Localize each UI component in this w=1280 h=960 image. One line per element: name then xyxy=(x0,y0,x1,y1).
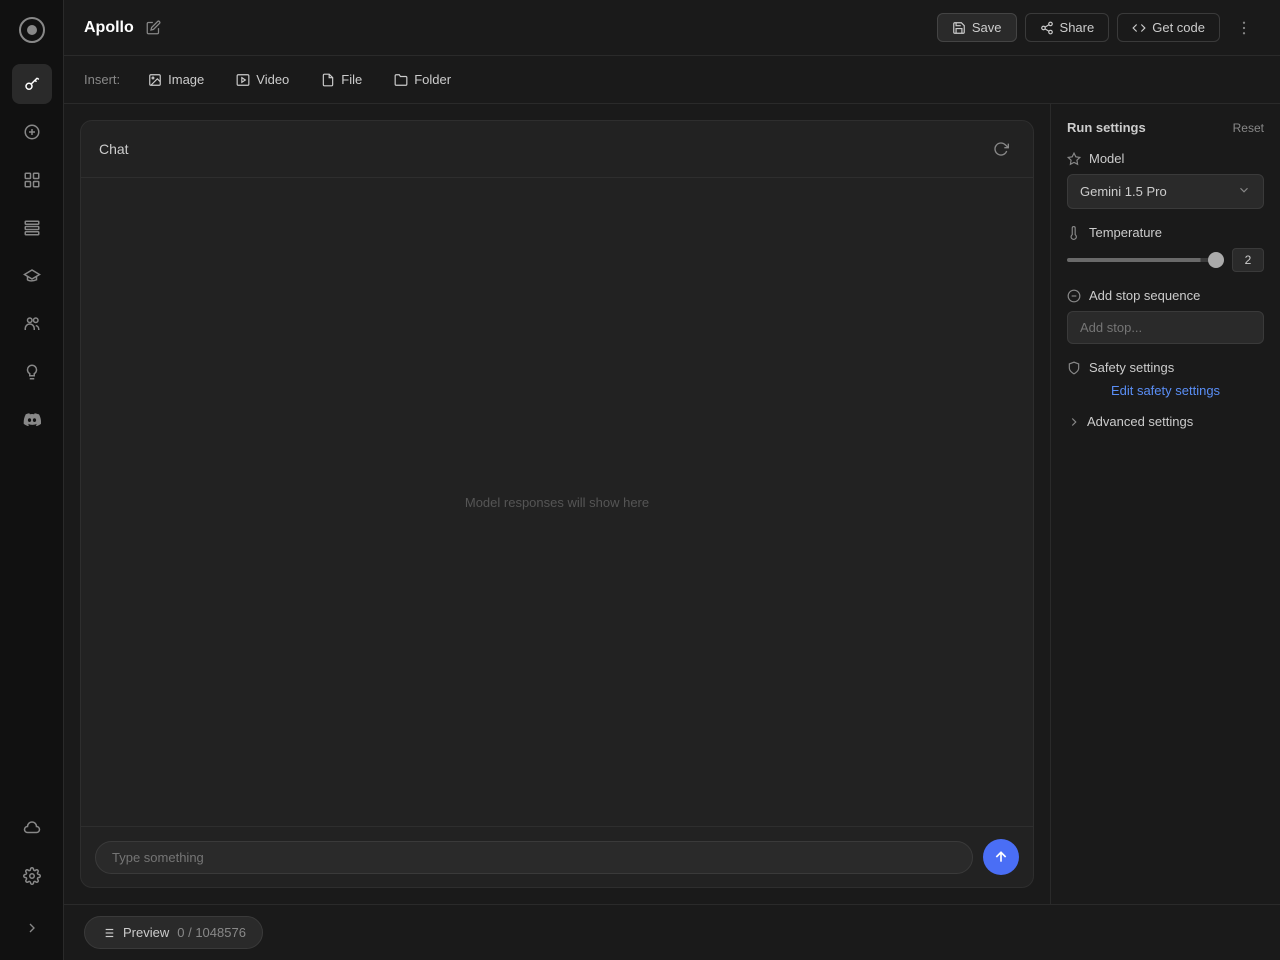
sidebar-item-cloud[interactable] xyxy=(12,808,52,848)
sidebar-expand-button[interactable] xyxy=(12,908,52,948)
bottom-bar: Preview 0 / 1048576 xyxy=(64,904,1280,960)
chat-send-button[interactable] xyxy=(983,839,1019,875)
chevron-right-icon xyxy=(1067,415,1081,429)
sidebar-item-learn[interactable] xyxy=(12,256,52,296)
insert-folder-label: Folder xyxy=(414,72,451,87)
chat-title: Chat xyxy=(99,141,129,157)
model-dropdown[interactable]: Gemini 1.5 Pro xyxy=(1067,174,1264,209)
token-count: 0 / 1048576 xyxy=(177,925,246,940)
chat-empty-message: Model responses will show here xyxy=(465,495,649,510)
model-label-row: Model xyxy=(1067,151,1264,166)
get-code-button[interactable]: Get code xyxy=(1117,13,1220,42)
insert-file[interactable]: File xyxy=(313,68,370,91)
safety-label: Safety settings xyxy=(1089,360,1174,375)
stop-icon xyxy=(1067,289,1081,303)
temperature-value: 2 xyxy=(1232,248,1264,272)
sidebar-item-people[interactable] xyxy=(12,304,52,344)
insert-image-label: Image xyxy=(168,72,204,87)
page-title: Apollo xyxy=(84,19,134,37)
more-options-button[interactable] xyxy=(1228,12,1260,44)
chat-panel: Chat Model responses will show here xyxy=(64,104,1050,904)
sidebar-item-add[interactable] xyxy=(12,112,52,152)
topbar: Apollo Save Share xyxy=(64,0,1280,56)
main-content: Apollo Save Share xyxy=(64,0,1280,960)
chat-body: Model responses will show here xyxy=(81,178,1033,826)
run-settings-header: Run settings Reset xyxy=(1067,120,1264,135)
sidebar-item-grid[interactable] xyxy=(12,160,52,200)
content-area: Insert: Image Video xyxy=(64,56,1280,904)
temperature-control-row: 2 xyxy=(1067,248,1264,272)
get-code-label: Get code xyxy=(1152,20,1205,35)
share-label: Share xyxy=(1060,20,1095,35)
app-logo[interactable] xyxy=(14,12,50,48)
chat-input-area xyxy=(81,826,1033,887)
stop-sequence-label: Add stop sequence xyxy=(1089,288,1200,303)
insert-video[interactable]: Video xyxy=(228,68,297,91)
insert-file-label: File xyxy=(341,72,362,87)
stop-sequence-input[interactable] xyxy=(1067,311,1264,344)
edit-safety-link[interactable]: Edit safety settings xyxy=(1067,383,1264,398)
insert-image[interactable]: Image xyxy=(140,68,212,91)
sidebar-item-settings[interactable] xyxy=(12,856,52,896)
insert-bar: Insert: Image Video xyxy=(64,56,1280,104)
sidebar-item-discord[interactable] xyxy=(12,400,52,440)
insert-video-label: Video xyxy=(256,72,289,87)
chat-input[interactable] xyxy=(95,841,973,874)
insert-label: Insert: xyxy=(84,72,120,87)
chat-card: Chat Model responses will show here xyxy=(80,120,1034,888)
advanced-settings-label: Advanced settings xyxy=(1087,414,1193,429)
temperature-slider-container xyxy=(1067,250,1224,270)
sidebar-item-key[interactable] xyxy=(12,64,52,104)
topbar-actions: Save Share Get code xyxy=(937,12,1260,44)
temperature-label-row: Temperature xyxy=(1067,225,1264,240)
advanced-settings-row[interactable]: Advanced settings xyxy=(1067,414,1264,429)
temperature-label: Temperature xyxy=(1089,225,1162,240)
model-section: Model Gemini 1.5 Pro xyxy=(1067,151,1264,209)
sidebar-item-builds[interactable] xyxy=(12,208,52,248)
temperature-slider[interactable] xyxy=(1067,258,1224,262)
share-button[interactable]: Share xyxy=(1025,13,1110,42)
chat-refresh-button[interactable] xyxy=(987,135,1015,163)
reset-button[interactable]: Reset xyxy=(1233,121,1264,135)
sidebar xyxy=(0,0,64,960)
safety-label-row: Safety settings xyxy=(1067,360,1264,375)
edit-title-icon[interactable] xyxy=(146,20,161,35)
preview-button[interactable]: Preview 0 / 1048576 xyxy=(84,916,263,949)
insert-folder[interactable]: Folder xyxy=(386,68,459,91)
model-selected: Gemini 1.5 Pro xyxy=(1080,184,1167,199)
stop-sequence-label-row: Add stop sequence xyxy=(1067,288,1264,303)
insert-items: Image Video File xyxy=(140,68,459,91)
shield-icon xyxy=(1067,361,1081,375)
chat-header: Chat xyxy=(81,121,1033,178)
split-area: Chat Model responses will show here xyxy=(64,104,1280,904)
preview-label: Preview xyxy=(123,925,169,940)
save-label: Save xyxy=(972,20,1002,35)
save-button[interactable]: Save xyxy=(937,13,1017,42)
run-settings-title: Run settings xyxy=(1067,120,1146,135)
temperature-section: Temperature 2 xyxy=(1067,225,1264,272)
model-label: Model xyxy=(1089,151,1124,166)
right-panel: Run settings Reset Model Gemini xyxy=(1050,104,1280,904)
chevron-down-icon xyxy=(1237,183,1251,200)
safety-settings-section: Safety settings Edit safety settings xyxy=(1067,360,1264,398)
stop-sequence-section: Add stop sequence xyxy=(1067,288,1264,344)
model-icon xyxy=(1067,152,1081,166)
sidebar-item-ideas[interactable] xyxy=(12,352,52,392)
thermometer-icon xyxy=(1067,226,1081,240)
